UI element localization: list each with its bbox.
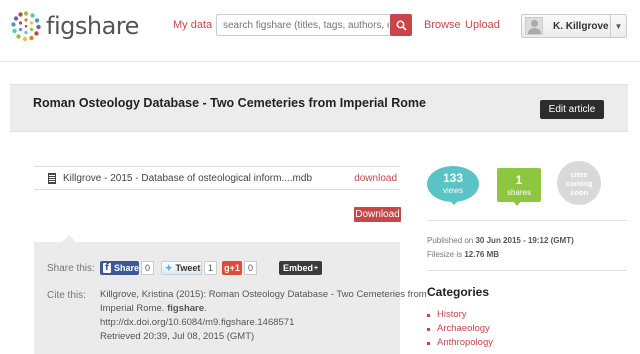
google-plus-button[interactable]: g+1	[222, 261, 242, 275]
file-download-link[interactable]: download	[354, 173, 397, 184]
user-menu[interactable]: K. Killgrove ▼	[521, 14, 627, 38]
citation-source-name: figshare	[167, 303, 205, 314]
citation-source-suffix: .	[204, 303, 207, 314]
views-label: views	[442, 186, 463, 195]
search-input[interactable]	[217, 15, 389, 35]
published-date: Published on 30 Jun 2015 - 19:12 (GMT)	[427, 236, 574, 245]
article-title-band: Roman Osteology Database - Two Cemeterie…	[10, 84, 628, 132]
search-box	[216, 14, 412, 36]
views-badge: 133 views	[427, 166, 479, 202]
categories-title: Categories	[427, 285, 490, 299]
nav-my-data[interactable]: My data	[173, 19, 212, 31]
file-row: Killgrove - 2015 - Database of osteologi…	[34, 166, 400, 190]
facebook-icon: f	[103, 263, 111, 273]
citation-text: Killgrove, Kristina (2015): Roman Osteol…	[100, 288, 427, 344]
citation-doi: http://dx.doi.org/10.6084/m9.figshare.14…	[100, 317, 295, 328]
top-header: figshare My data Browse Upload K. Killgr…	[0, 0, 640, 62]
user-name: K. Killgrove	[553, 20, 609, 32]
figshare-logo-icon	[11, 11, 41, 42]
logo-text: figshare	[46, 12, 139, 40]
published-value: 30 Jun 2015 - 19:12 (GMT)	[475, 236, 574, 245]
share-label: Share this:	[47, 263, 95, 274]
share-panel: Share this: f Share 0 ✦ Tweet 1 g+1 0 Em…	[34, 235, 427, 354]
published-prefix: Published on	[427, 236, 476, 245]
file-icon	[48, 172, 56, 184]
cites-line: soon	[570, 188, 588, 197]
chevron-down-icon[interactable]: ▼	[610, 15, 626, 37]
category-link-anthropology[interactable]: Anthropology	[427, 336, 493, 350]
file-name: Killgrove - 2015 - Database of osteologi…	[63, 172, 313, 184]
divider	[427, 270, 627, 271]
cites-line: coming	[565, 179, 593, 188]
search-button[interactable]	[390, 14, 412, 36]
citation-line: Imperial Rome. figshare.	[100, 302, 390, 316]
divider	[427, 220, 627, 221]
facebook-share-count: 0	[141, 261, 155, 275]
embed-button[interactable]: Embed +	[279, 261, 322, 275]
views-count: 133	[442, 171, 464, 185]
categories-list: History Archaeology Anthropology	[427, 308, 493, 350]
shares-label: shares	[506, 188, 531, 197]
shares-count: 1	[515, 173, 523, 187]
citation-source-prefix: Imperial Rome.	[100, 303, 168, 314]
google-plus-count: 0	[244, 261, 258, 275]
download-button[interactable]: Download	[354, 207, 401, 222]
shares-badge-tail	[512, 200, 522, 206]
google-plus-label: g+1	[224, 263, 240, 273]
category-link-history[interactable]: History	[427, 308, 493, 322]
shares-badge: 1 shares	[497, 168, 541, 202]
filesize-prefix: Filesize is	[427, 250, 465, 259]
twitter-bird-icon: ✦	[165, 262, 173, 273]
nav-browse[interactable]: Browse	[424, 19, 461, 31]
tweet-button[interactable]: ✦ Tweet	[161, 261, 202, 275]
citation-retrieved: Retrieved 20:39, Jul 08, 2015 (GMT)	[100, 331, 255, 342]
cites-line: cites	[570, 170, 588, 179]
facebook-share-button[interactable]: f Share	[100, 261, 139, 275]
category-link-archaeology[interactable]: Archaeology	[427, 322, 493, 336]
views-badge-tail	[448, 199, 460, 205]
edit-article-button[interactable]: Edit article	[540, 100, 604, 119]
tweet-label: Tweet	[175, 263, 201, 273]
cites-badge: cites coming soon	[557, 161, 601, 205]
embed-label: Embed	[282, 263, 313, 273]
avatar	[525, 17, 543, 35]
file-size: Filesize is 12.76 MB	[427, 250, 499, 259]
cite-label: Cite this:	[47, 290, 86, 301]
embed-plus-icon: +	[313, 264, 319, 272]
nav-upload[interactable]: Upload	[465, 19, 500, 31]
facebook-share-label: Share	[113, 263, 139, 273]
tweet-count: 1	[204, 261, 218, 275]
page-title: Roman Osteology Database - Two Cemeterie…	[33, 96, 426, 110]
figshare-logo[interactable]: figshare	[10, 9, 139, 43]
citation-line: Killgrove, Kristina (2015): Roman Osteol…	[100, 289, 427, 300]
search-icon	[396, 20, 407, 31]
share-panel-notch	[62, 235, 76, 242]
filesize-value: 12.76 MB	[464, 250, 500, 259]
